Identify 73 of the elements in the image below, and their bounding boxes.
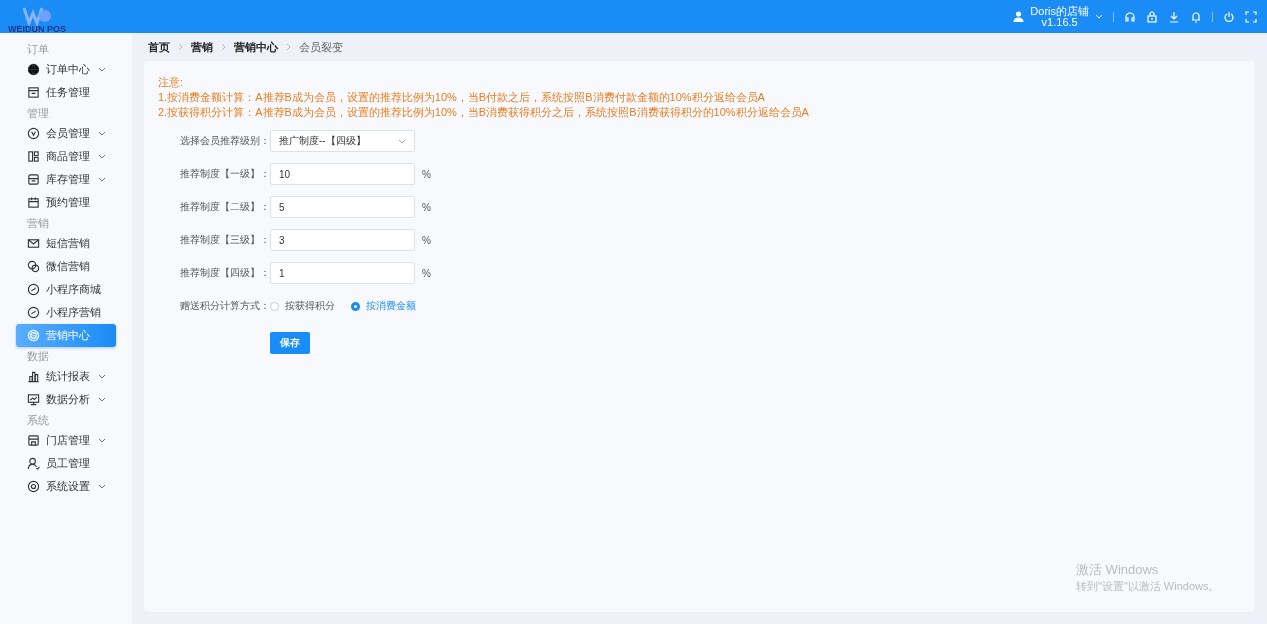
input-field[interactable]: 1: [270, 262, 415, 284]
sidebar-item[interactable]: 微信营销: [16, 255, 116, 278]
person-icon: [27, 457, 40, 470]
calendar-icon: [27, 196, 40, 209]
calendar-form-icon: [27, 86, 40, 99]
user-icon: [1013, 11, 1025, 22]
monitor-icon: [27, 393, 40, 406]
input-field[interactable]: 5: [270, 196, 415, 218]
breadcrumb-link[interactable]: 营销: [191, 39, 213, 55]
field-label: 推荐制度【三级】：: [179, 233, 270, 247]
select-field[interactable]: 推广制度--【四级】: [270, 130, 415, 152]
chevron-right-icon: [221, 43, 226, 51]
unit-text: %: [422, 168, 431, 180]
sidebar-item[interactable]: 商品管理: [16, 145, 116, 168]
sidebar-item[interactable]: 订单中心: [16, 58, 116, 81]
section-title: 订单: [26, 42, 50, 57]
sidebar-item[interactable]: 小程序营销: [16, 301, 116, 324]
radio-button[interactable]: [351, 301, 360, 311]
logo-text: WEIDUN POS: [8, 26, 66, 33]
compass-icon: [27, 306, 40, 319]
bell-icon[interactable]: [1190, 10, 1202, 23]
sidebar-item[interactable]: 统计报表: [16, 365, 116, 388]
section-title: 数据: [26, 349, 50, 364]
grid-icon: [27, 150, 40, 163]
lock-icon[interactable]: [1146, 10, 1158, 23]
sidebar-item[interactable]: 任务管理: [16, 81, 116, 104]
unit-text: %: [422, 267, 431, 279]
breadcrumb-link[interactable]: 营销中心: [234, 39, 278, 55]
breadcrumb-link[interactable]: 首页: [148, 39, 170, 55]
sidebar-item[interactable]: 会员管理: [16, 122, 116, 145]
section-title: 管理: [26, 106, 50, 121]
chevron-down-icon: [398, 138, 406, 144]
chevron-right-icon: [286, 43, 291, 51]
section-title: 系统: [26, 413, 50, 428]
notice-title: 注意:: [158, 75, 185, 90]
sidebar-item[interactable]: 数据分析: [16, 388, 116, 411]
sidebar-item[interactable]: 系统设置: [16, 475, 116, 498]
sidebar-item[interactable]: 预约管理: [16, 191, 116, 214]
input-field[interactable]: 10: [270, 163, 415, 185]
radio-button[interactable]: [270, 301, 279, 311]
chevron-down-icon[interactable]: [1095, 14, 1103, 19]
sidebar-item[interactable]: 员工管理: [16, 452, 116, 475]
logo-icon: [22, 6, 52, 26]
envelope-icon: [27, 237, 40, 250]
notice-text: 2.按获得积分计算：A推荐B成为会员，设置的推荐比例为10%，当B消费获得积分之后，系统按照B消费获得积分的10%积分返给会员A: [158, 105, 810, 120]
chat-icon: [27, 260, 40, 273]
download-icon[interactable]: [1168, 10, 1180, 23]
target-icon: [27, 329, 40, 342]
compass-icon: [27, 283, 40, 296]
box-icon: [27, 173, 40, 186]
field-label: 推荐制度【一级】：: [179, 167, 270, 181]
input-field[interactable]: 3: [270, 229, 415, 251]
field-label: 推荐制度【四级】：: [179, 266, 270, 280]
field-label: 选择会员推荐级别：: [179, 134, 270, 148]
unit-text: %: [422, 234, 431, 246]
sidebar-item[interactable]: 库存管理: [16, 168, 116, 191]
sidebar-item[interactable]: 门店管理: [16, 429, 116, 452]
notice-text: 1.按消费金额计算：A推荐B成为会员，设置的推荐比例为10%，当B付款之后，系统按照B消费付款金额的10%积分返给会员A: [158, 90, 766, 105]
unit-text: %: [422, 201, 431, 213]
sidebar-item[interactable]: 短信营销: [16, 232, 116, 255]
field-label: 推荐制度【二级】：: [179, 200, 270, 214]
sidebar-item[interactable]: 小程序商城: [16, 278, 116, 301]
field-label: 赠送积分计算方式：: [179, 299, 270, 313]
bar-chart-icon: [27, 370, 40, 383]
power-icon[interactable]: [1223, 10, 1235, 23]
section-title: 营销: [26, 216, 50, 231]
activation-title: 激活 Windows: [1076, 561, 1160, 579]
chevron-right-icon: [178, 43, 183, 51]
version-text: v1.16.5: [1041, 16, 1078, 28]
fullscreen-icon[interactable]: [1245, 10, 1257, 23]
headset-icon[interactable]: [1124, 10, 1136, 23]
store-icon: [27, 434, 40, 447]
radio-label[interactable]: 按获得积分: [285, 299, 335, 313]
